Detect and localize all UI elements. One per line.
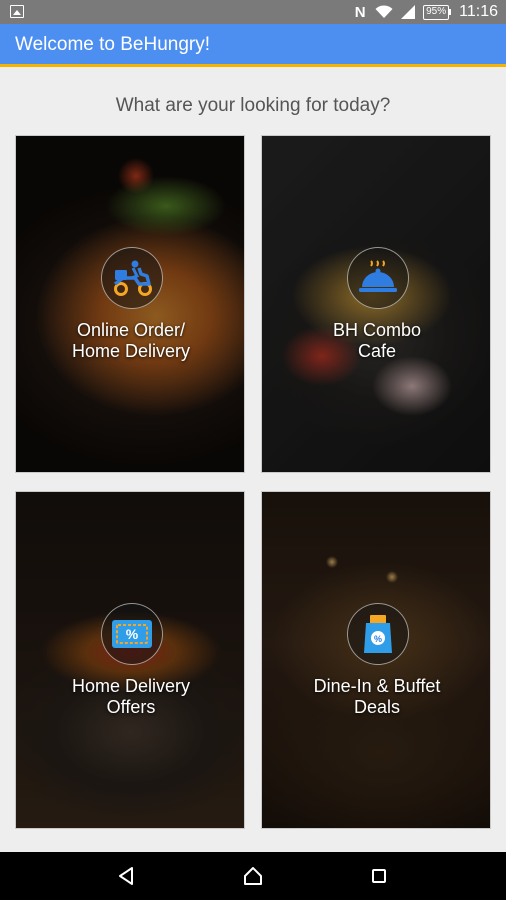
tile-label: Home Delivery Offers (71, 676, 191, 717)
tile-bh-combo-cafe[interactable]: BH Combo Cafe (261, 135, 491, 473)
battery-percent: 95% (426, 6, 447, 17)
home-icon (244, 867, 262, 885)
signal-icon (401, 5, 416, 19)
app-title: Welcome to BeHungry! (15, 34, 211, 55)
svg-text:%: % (374, 634, 382, 644)
image-notification-icon (10, 5, 24, 18)
tile-label: Dine-In & Buffet Deals (313, 676, 441, 717)
status-bar: N 95% 11:16 (0, 0, 506, 24)
home-button[interactable] (239, 862, 267, 890)
page-subtitle: What are your looking for today? (115, 95, 391, 116)
recent-apps-icon (372, 869, 386, 883)
clock: 11:16 (459, 3, 498, 20)
tile-label: BH Combo Cafe (332, 320, 422, 361)
svg-text:%: % (126, 626, 139, 642)
tile-online-order[interactable]: Online Order/ Home Delivery (15, 135, 245, 473)
status-icons: N 95% 11:16 (353, 0, 498, 24)
coupon-icon: % (101, 603, 163, 665)
tile-home-delivery-offers[interactable]: % Home Delivery Offers (15, 491, 245, 829)
cloche-icon (347, 247, 409, 309)
navigation-bar (0, 852, 506, 900)
scooter-delivery-icon (101, 247, 163, 309)
back-icon (119, 867, 133, 885)
tile-label: Online Order/ Home Delivery (71, 320, 191, 361)
nfc-icon: N (354, 3, 366, 21)
wifi-icon (375, 5, 393, 18)
discount-bag-icon: % (347, 603, 409, 665)
recent-apps-button[interactable] (365, 862, 393, 890)
tile-dine-in-buffet-deals[interactable]: % Dine-In & Buffet Deals (261, 491, 491, 829)
app-bar: Welcome to BeHungry! (0, 24, 506, 67)
battery-icon: 95% (423, 4, 452, 20)
back-button[interactable] (112, 862, 140, 890)
